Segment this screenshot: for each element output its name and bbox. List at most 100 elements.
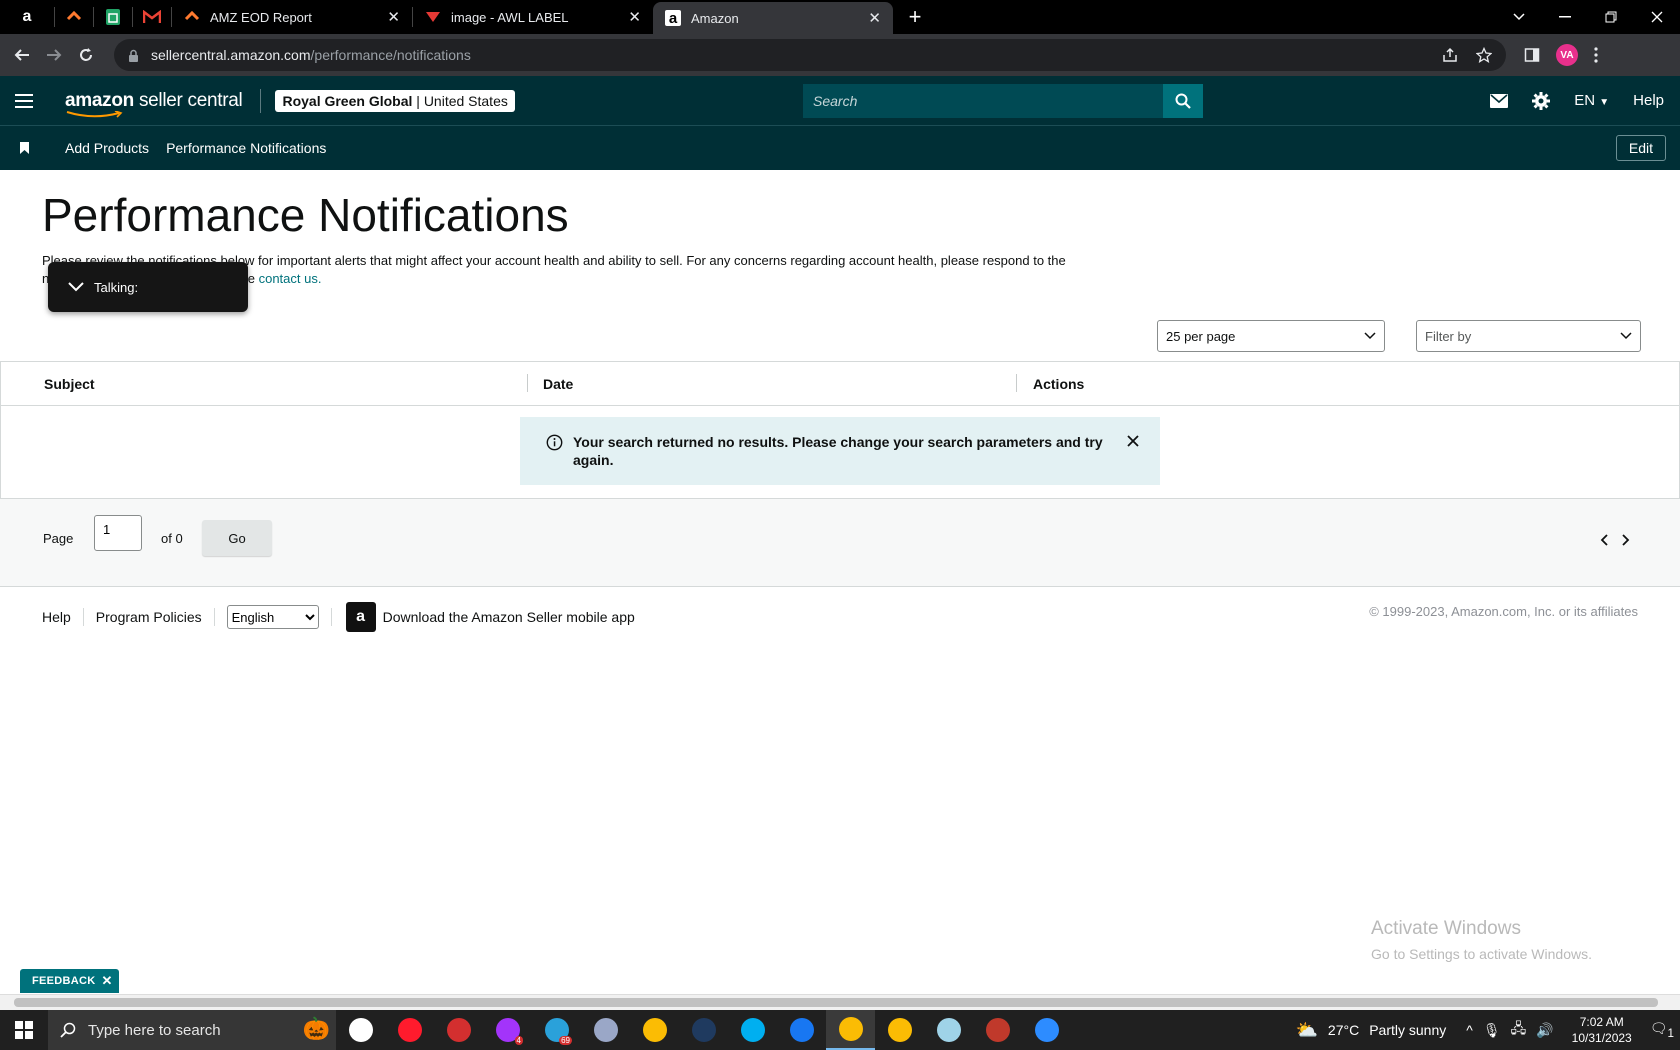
- taskbar-app[interactable]: [385, 1010, 434, 1050]
- seller-search: [803, 84, 1203, 118]
- taskbar-app[interactable]: 4: [483, 1010, 532, 1050]
- network-icon[interactable]: 🖧: [1511, 1018, 1527, 1042]
- reload-icon: [80, 48, 92, 61]
- taskbar-app[interactable]: [875, 1010, 924, 1050]
- edit-bookmarks-button[interactable]: Edit: [1615, 135, 1666, 161]
- gear-icon[interactable]: [1532, 91, 1551, 110]
- footer-divider: [213, 608, 215, 626]
- close-window-button[interactable]: [1634, 0, 1680, 34]
- taskbar-app[interactable]: [679, 1010, 728, 1050]
- footer-help-link[interactable]: Help: [0, 609, 83, 625]
- contact-us-link[interactable]: contact us.: [259, 271, 322, 286]
- chevron-right-icon[interactable]: [1622, 534, 1630, 546]
- filter-select[interactable]: Filter by: [1416, 320, 1641, 352]
- chevron-up-icon[interactable]: ^: [1466, 1022, 1473, 1038]
- taskbar-app[interactable]: [728, 1010, 777, 1050]
- per-page-value: 25 per page: [1166, 328, 1236, 344]
- column-header-subject[interactable]: Subject: [44, 376, 95, 392]
- column-header-date[interactable]: Date: [543, 376, 573, 392]
- awl-icon: [426, 12, 440, 22]
- nav-link-performance-notifications[interactable]: Performance Notifications: [166, 140, 326, 156]
- go-button[interactable]: Go: [202, 520, 272, 556]
- taskbar-app[interactable]: [924, 1010, 973, 1050]
- side-panel-icon[interactable]: [1524, 47, 1540, 63]
- chevron-down-icon: [1513, 13, 1525, 21]
- star-icon[interactable]: [1476, 47, 1492, 63]
- language-menu[interactable]: EN ▼: [1574, 92, 1609, 109]
- weather-icon[interactable]: ⛅: [1296, 1020, 1318, 1041]
- account-switcher[interactable]: Royal Green Global | United States: [275, 89, 515, 112]
- nav-link-add-products[interactable]: Add Products: [65, 140, 149, 156]
- taskbar-app[interactable]: [826, 1010, 875, 1050]
- task-view-icon: [348, 1018, 373, 1042]
- start-button[interactable]: [0, 1010, 48, 1050]
- address-bar: sellercentral.amazon.com/performance/not…: [0, 34, 1680, 76]
- close-tab-icon[interactable]: ✕: [387, 8, 400, 26]
- windows-taskbar: Type here to search 🎃 4 69 ⛅ 27°C Partly …: [0, 1010, 1680, 1050]
- volume-icon[interactable]: 🔊: [1536, 1022, 1553, 1039]
- close-tab-icon[interactable]: ✕: [868, 9, 881, 27]
- taskbar-app[interactable]: [434, 1010, 483, 1050]
- mail-icon[interactable]: [1490, 93, 1509, 108]
- taskbar-app[interactable]: [973, 1010, 1022, 1050]
- chrome-profile-w-icon: [887, 1018, 912, 1042]
- tab-search-button[interactable]: [1496, 0, 1542, 34]
- new-tab-button[interactable]: +: [893, 0, 937, 34]
- horizontal-scrollbar[interactable]: [0, 994, 1680, 1010]
- close-icon[interactable]: [1127, 435, 1139, 447]
- taskbar-app[interactable]: [630, 1010, 679, 1050]
- page-number-input[interactable]: [94, 515, 142, 551]
- page-title: Performance Notifications: [42, 189, 569, 241]
- restore-button[interactable]: [1588, 0, 1634, 34]
- chrome-profile-va-icon: [838, 1017, 863, 1041]
- seller-search-input[interactable]: [803, 84, 1163, 118]
- taskbar-app[interactable]: [336, 1010, 385, 1050]
- pinned-tab-clickup[interactable]: [55, 0, 93, 34]
- weather-temp[interactable]: 27°C: [1328, 1022, 1359, 1038]
- clock[interactable]: 7:02 AM 10/31/2023: [1572, 1014, 1632, 1046]
- scrollbar-thumb[interactable]: [14, 998, 1658, 1007]
- more-vert-icon[interactable]: [1594, 47, 1598, 63]
- search-button[interactable]: [1163, 84, 1203, 118]
- talking-overlay[interactable]: Talking:: [48, 262, 248, 312]
- taskbar-app[interactable]: [777, 1010, 826, 1050]
- footer-language-select[interactable]: English: [226, 605, 319, 629]
- taskbar-app[interactable]: [1022, 1010, 1071, 1050]
- footer-program-policies-link[interactable]: Program Policies: [84, 609, 214, 625]
- minimize-button[interactable]: [1542, 0, 1588, 34]
- bookmark-button[interactable]: [0, 142, 48, 154]
- browser-tab[interactable]: image - AWL LABEL ✕: [413, 0, 653, 34]
- minimize-icon: [1559, 16, 1571, 18]
- pinned-tab-gmail[interactable]: [133, 0, 171, 34]
- footer-app-download-link[interactable]: Download the Amazon Seller mobile app: [383, 609, 635, 625]
- close-icon[interactable]: ✕: [102, 973, 113, 989]
- seller-central-logo[interactable]: amazon seller central: [65, 90, 243, 118]
- feedback-tab[interactable]: FEEDBACK ✕: [20, 969, 119, 993]
- browser-tab-active[interactable]: a Amazon ✕: [653, 2, 893, 34]
- seller-app-icon[interactable]: a: [345, 602, 376, 632]
- taskbar-search[interactable]: Type here to search 🎃: [48, 1010, 336, 1050]
- profile-avatar[interactable]: VA: [1556, 44, 1578, 66]
- share-icon[interactable]: [1442, 47, 1458, 63]
- filter-placeholder: Filter by: [1425, 328, 1472, 344]
- close-tab-icon[interactable]: ✕: [628, 8, 641, 26]
- reload-button[interactable]: [70, 39, 102, 71]
- pinned-tab-amazon[interactable]: a: [0, 0, 54, 34]
- pinned-tab-sheets[interactable]: [94, 0, 132, 34]
- chevron-left-icon[interactable]: [1600, 534, 1608, 546]
- menu-button[interactable]: [0, 93, 48, 108]
- url-field[interactable]: sellercentral.amazon.com/performance/not…: [114, 39, 1506, 71]
- taskbar-app[interactable]: [581, 1010, 630, 1050]
- back-button[interactable]: [6, 39, 38, 71]
- forward-button[interactable]: [38, 39, 70, 71]
- qr-app-icon: [446, 1018, 471, 1042]
- weather-desc[interactable]: Partly sunny: [1369, 1022, 1446, 1038]
- per-page-select[interactable]: 25 per page: [1157, 320, 1385, 352]
- taskbar-app[interactable]: 69: [532, 1010, 581, 1050]
- search-icon: [60, 1022, 76, 1038]
- microphone-icon[interactable]: 🎙: [1483, 1022, 1501, 1039]
- notifications-icon[interactable]: 🗨1: [1650, 1020, 1674, 1040]
- browser-tab[interactable]: AMZ EOD Report ✕: [172, 0, 412, 34]
- help-link[interactable]: Help: [1633, 92, 1664, 109]
- clock-date: 10/31/2023: [1571, 1031, 1632, 1045]
